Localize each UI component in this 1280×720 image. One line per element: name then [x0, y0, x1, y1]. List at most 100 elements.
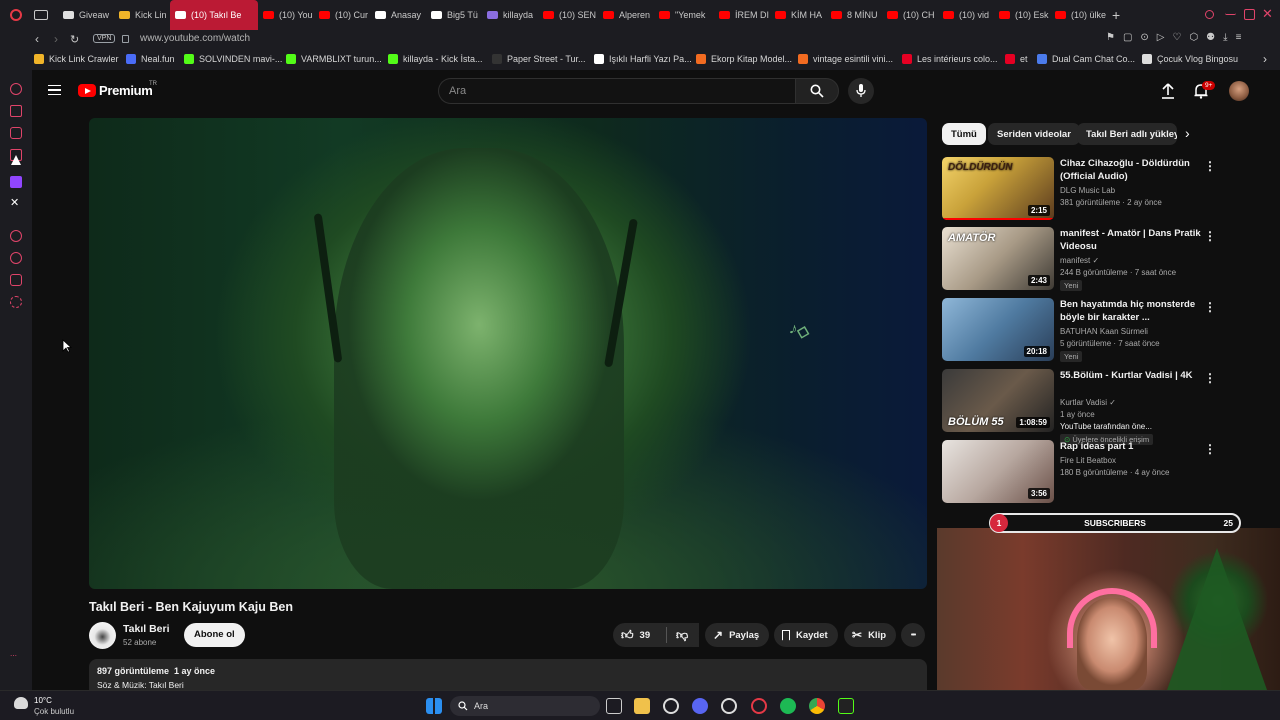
save-button[interactable]: Kaydet [774, 623, 838, 647]
recommendation-channel[interactable]: manifest ✓ [1060, 256, 1099, 265]
browser-tab[interactable]: Giveaw [58, 0, 114, 30]
sidebar-settings-icon[interactable] [10, 296, 22, 308]
bookmark-item[interactable]: Kick Link Crawler [34, 54, 119, 64]
sidebar-twitch-icon[interactable] [10, 176, 22, 188]
recommendation-thumbnail[interactable]: AMATÖR 2:43 [942, 227, 1054, 290]
recommendation-item[interactable]: AMATÖR 2:43 manifest - Amatör | Dans Prati… [942, 227, 1242, 291]
bookmark-item[interactable]: Dual Cam Chat Co... [1037, 54, 1135, 64]
weather-temperature[interactable]: 10°C [34, 696, 52, 705]
recommendation-title[interactable]: 55.Bölüm - Kurtlar Vadisi | 4K [1060, 369, 1210, 382]
recommendation-item[interactable]: 3:56 Rap ideas part 1 Fire Lit Beatbox 180 … [942, 440, 1242, 504]
recommendation-item[interactable]: BÖLÜM 55 1:08:59 55.Bölüm - Kurtlar Vadisi… [942, 369, 1242, 445]
voice-search-button[interactable] [848, 78, 874, 104]
browser-tab[interactable]: "Yemek [654, 0, 714, 30]
video-player[interactable]: ♪◇ [89, 118, 927, 589]
recommendation-channel[interactable]: BATUHAN Kaan Sürmeli [1060, 327, 1148, 336]
lock-icon[interactable] [122, 35, 129, 43]
maximize-icon[interactable] [1244, 9, 1255, 20]
windows-start-icon[interactable] [426, 698, 442, 714]
browser-tab[interactable]: (10) vid [938, 0, 994, 30]
sidebar-history-icon[interactable] [10, 230, 22, 242]
minimize-icon[interactable] [1225, 9, 1236, 15]
vpn-badge[interactable]: VPN [93, 34, 116, 43]
chip-series-videos[interactable]: Seriden videolar [988, 123, 1080, 145]
recommendation-title[interactable]: Ben hayatımda hiç monsterde böyle bir ka… [1060, 298, 1210, 324]
bookmark-item[interactable]: vintage esintili vini... [798, 54, 893, 64]
url-field[interactable]: www.youtube.com/watch [140, 33, 250, 44]
recommendation-item[interactable]: 20:18 Ben hayatımda hiç monsterde böyle b… [942, 298, 1242, 362]
search-input[interactable] [439, 79, 795, 103]
hamburger-menu-icon[interactable] [48, 85, 61, 95]
recommendation-thumbnail[interactable]: 20:18 [942, 298, 1054, 361]
bookmark-item[interactable]: Les intérieurs colo... [902, 54, 998, 64]
bookmark-item[interactable]: et [1005, 54, 1028, 64]
recommendation-channel[interactable]: DLG Music Lab [1060, 186, 1115, 195]
clip-button[interactable]: ✂ Klip [844, 623, 897, 647]
opera-logo-icon[interactable] [0, 0, 32, 30]
bookmark-item[interactable]: killayda - Kick İsta... [388, 54, 483, 64]
forward-icon[interactable]: › [54, 32, 58, 46]
bookmark-item[interactable]: VARMBLIXT turun... [286, 54, 382, 64]
recommendation-menu-icon[interactable]: ⋮ [1204, 159, 1216, 173]
chips-next-icon[interactable]: › [1185, 125, 1190, 141]
close-window-icon[interactable]: ✕ [1262, 6, 1273, 22]
bookmark-item[interactable]: Ekorp Kitap Model... [696, 54, 792, 64]
back-icon[interactable]: ‹ [35, 32, 39, 46]
more-actions-button[interactable]: ••• [901, 623, 925, 647]
account-avatar[interactable] [1229, 81, 1249, 101]
browser-tab[interactable]: killayda [482, 0, 538, 30]
recommendation-channel[interactable]: Kurtlar Vadisi ✓ [1060, 398, 1116, 407]
browser-tab[interactable]: İREM DI [714, 0, 770, 30]
steam-icon[interactable] [663, 698, 679, 714]
browser-tab[interactable]: Anasay [370, 0, 426, 30]
youtube-logo-icon[interactable] [78, 84, 96, 97]
opera-taskbar-icon[interactable] [751, 698, 767, 714]
recommendation-thumbnail[interactable]: 3:56 [942, 440, 1054, 503]
sidebar-aria-icon[interactable] [10, 83, 22, 95]
bookmarks-more-icon[interactable]: › [1263, 52, 1267, 66]
recommendation-menu-icon[interactable]: ⋮ [1204, 300, 1216, 314]
youtube-logo-text[interactable]: Premium [99, 83, 153, 98]
browser-tab[interactable]: (10) You [258, 0, 314, 30]
bookmark-item[interactable]: SOLVINDEN mavi-... [184, 54, 282, 64]
file-explorer-icon[interactable] [634, 698, 650, 714]
recommendation-menu-icon[interactable]: ⋮ [1204, 371, 1216, 385]
browser-tab[interactable]: (10) SEN [538, 0, 598, 30]
description-box[interactable]: 897 görüntüleme 1 ay önce Söz & Müzik: T… [89, 659, 927, 690]
browser-tab[interactable]: (10) CH [882, 0, 938, 30]
subscribe-button[interactable]: Abone ol [184, 623, 245, 647]
browser-tab[interactable]: Alperen [598, 0, 654, 30]
kick-app-icon[interactable] [838, 698, 854, 714]
reload-icon[interactable]: ↻ [70, 33, 79, 46]
chip-uploader-videos[interactable]: Takıl Beri adlı yükleyi [1077, 123, 1177, 145]
sidebar-more-icon[interactable]: ⋯ [10, 652, 22, 664]
bookmark-item[interactable]: Çocuk Vlog Bingosu [1142, 54, 1238, 64]
browser-tab[interactable]: Kick Lin [114, 0, 170, 30]
recommendation-title[interactable]: manifest - Amatör | Dans Pratik Videosu [1060, 227, 1210, 253]
taskbar-search[interactable]: Ara [450, 696, 600, 716]
obs-icon[interactable] [721, 698, 737, 714]
browser-tab[interactable]: KİM HA [770, 0, 826, 30]
browser-tab[interactable]: 8 MİNU [826, 0, 882, 30]
task-view-icon[interactable] [606, 698, 622, 714]
recommendation-title[interactable]: Rap ideas part 1 [1060, 440, 1210, 453]
workspace-icon[interactable] [34, 10, 48, 20]
chrome-icon[interactable] [809, 698, 825, 714]
browser-tab[interactable]: (10) ülke [1050, 0, 1106, 30]
recommendation-title[interactable]: Cihaz Cihazoğlu - Döldürdün (Official Au… [1060, 157, 1210, 183]
search-tabs-icon[interactable] [1205, 10, 1214, 19]
chip-all[interactable]: Tümü [942, 123, 986, 145]
recommendation-thumbnail[interactable]: BÖLÜM 55 1:08:59 [942, 369, 1054, 432]
recommendation-menu-icon[interactable]: ⋮ [1204, 229, 1216, 243]
share-button[interactable]: ↗ Paylaş [705, 623, 770, 647]
discord-icon[interactable] [692, 698, 708, 714]
new-tab-button[interactable]: + [1112, 7, 1120, 23]
browser-tab[interactable]: (10) Takıl Be [170, 0, 258, 30]
channel-avatar[interactable] [89, 622, 116, 649]
sidebar-x-icon[interactable]: ✕ [10, 196, 22, 209]
search-button[interactable] [795, 78, 839, 104]
dislike-button[interactable]: 👎︎ [667, 623, 699, 647]
sidebar-clock-icon[interactable] [10, 252, 22, 264]
recommendation-thumbnail[interactable]: DÖLDÜRDÜN 2:15 [942, 157, 1054, 220]
browser-tab[interactable]: (10) Cur [314, 0, 370, 30]
